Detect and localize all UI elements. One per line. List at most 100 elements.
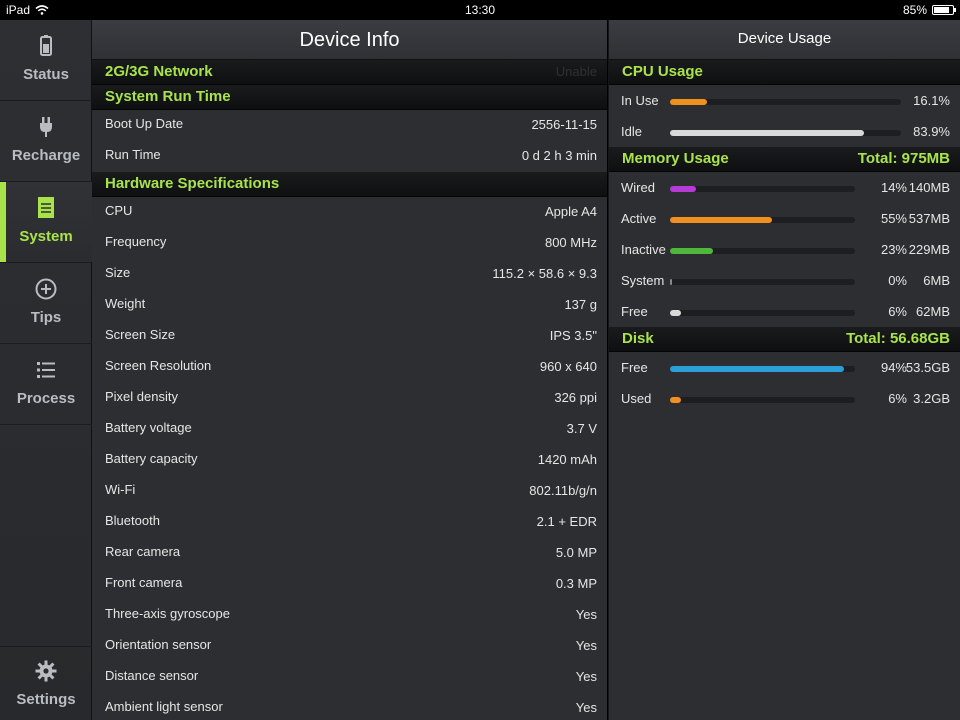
info-key: Frequency	[105, 234, 167, 249]
usage-label: System	[621, 273, 665, 288]
usage-bar	[670, 310, 855, 316]
usage-label: Free	[621, 360, 648, 375]
sidebar-item-recharge[interactable]: Recharge	[0, 101, 92, 182]
usage-bar-fill	[670, 366, 844, 372]
battery-percent: 85%	[902, 3, 927, 17]
sidebar-item-system[interactable]: System	[0, 182, 92, 263]
info-key: Front camera	[105, 575, 183, 590]
sidebar: Status Recharge System Tips Process Sett…	[0, 20, 92, 720]
section-label: Disk	[622, 330, 654, 347]
info-row: Distance sensor Yes	[92, 662, 607, 693]
usage-bar	[670, 217, 855, 223]
usage-row: Inactive 23% 229MB	[609, 234, 960, 265]
info-row: Frequency 800 MHz	[92, 228, 607, 259]
info-value: 2.1 + EDR	[536, 514, 597, 529]
info-key: Battery voltage	[105, 420, 192, 435]
usage-bar-fill	[670, 248, 713, 254]
usage-percent: 6%	[888, 304, 907, 319]
sidebar-item-label: Recharge	[11, 147, 81, 164]
usage-percent: 94%	[880, 360, 907, 375]
usage-bar	[670, 130, 901, 136]
disk-total: Total: 56.68GB	[846, 330, 950, 347]
usage-bar	[670, 366, 855, 372]
info-value: 800 MHz	[544, 235, 597, 250]
info-value: 3.7 V	[566, 421, 597, 436]
usage-row: Free 94% 53.5GB	[609, 352, 960, 383]
section-label: Hardware Specifications	[105, 175, 280, 192]
section-network: 2G/3G Network Unable	[92, 60, 607, 85]
info-value: Yes	[575, 607, 597, 622]
info-key: Boot Up Date	[105, 116, 184, 131]
section-label: CPU Usage	[622, 63, 703, 80]
battery-icon	[40, 35, 52, 56]
info-row: Orientation sensor Yes	[92, 631, 607, 662]
info-key: Battery capacity	[105, 451, 198, 466]
status-time: 13:30	[464, 3, 496, 17]
info-key: Three-axis gyroscope	[105, 606, 230, 621]
sidebar-item-label: Settings	[16, 691, 76, 708]
status-bar: iPad 13:30 85%	[0, 0, 960, 20]
info-row: Screen Size IPS 3.5"	[92, 321, 607, 352]
usage-row: Wired 14% 140MB	[609, 172, 960, 203]
usage-bar	[670, 99, 901, 105]
network-status: Unable	[555, 64, 597, 79]
plug-icon	[40, 117, 52, 137]
sidebar-item-settings[interactable]: Settings	[0, 646, 92, 720]
run-time-list: Boot Up Date 2556-11-15 Run Time 0 d 2 h 3 …	[92, 110, 607, 172]
usage-size: 229MB	[908, 242, 950, 257]
sidebar-item-label: System	[19, 228, 73, 245]
info-row: Front camera 0.3 MP	[92, 569, 607, 600]
usage-bar	[670, 279, 855, 285]
usage-size: 62MB	[916, 304, 950, 319]
info-value: 0 d 2 h 3 min	[521, 148, 597, 163]
info-key: Orientation sensor	[105, 637, 212, 652]
info-key: Distance sensor	[105, 668, 199, 683]
info-row: CPU Apple A4	[92, 197, 607, 228]
info-value: 0.3 MP	[555, 576, 597, 591]
info-value: 137 g	[564, 297, 597, 312]
info-row: Run Time 0 d 2 h 3 min	[92, 141, 607, 172]
usage-size: 53.5GB	[905, 360, 950, 375]
device-usage-panel: Device Usage CPU Usage In Use 16.1% Idle 83…	[608, 20, 960, 720]
usage-label: Used	[621, 391, 652, 406]
usage-size: 537MB	[908, 211, 950, 226]
disk-list: Free 94% 53.5GB Used 6% 3.2GB	[609, 352, 960, 414]
device-info-panel: Device Info 2G/3G Network Unable System …	[92, 20, 607, 720]
usage-percent: 23%	[880, 242, 907, 257]
info-row: Rear camera 5.0 MP	[92, 538, 607, 569]
info-key: Screen Size	[105, 327, 176, 342]
section-label: 2G/3G Network	[105, 63, 213, 80]
usage-bar-fill	[670, 397, 682, 403]
usage-bar-fill	[670, 186, 696, 192]
info-row: Screen Resolution 960 x 640	[92, 352, 607, 383]
memory-list: Wired 14% 140MB Active 55% 537MB Inactive 23% 22…	[609, 172, 960, 327]
info-row: Boot Up Date 2556-11-15	[92, 110, 607, 141]
section-memory: Memory Usage Total: 975MB	[609, 147, 960, 172]
info-key: Screen Resolution	[105, 358, 212, 373]
list-icon	[37, 362, 55, 378]
usage-percent: 0%	[888, 273, 907, 288]
usage-percent: 16.1%	[913, 93, 950, 108]
info-row: Ambient light sensor Yes	[92, 693, 607, 720]
sidebar-item-status[interactable]: Status	[0, 20, 92, 101]
sidebar-item-tips[interactable]: Tips	[0, 263, 92, 344]
status-right: 85%	[902, 3, 956, 17]
info-value: Yes	[575, 700, 597, 715]
info-row: Weight 137 g	[92, 290, 607, 321]
sidebar-item-process[interactable]: Process	[0, 344, 92, 425]
plus-circle-icon	[35, 278, 57, 300]
info-key: Wi-Fi	[105, 482, 136, 497]
info-value: 5.0 MP	[555, 545, 597, 560]
info-key: Pixel density	[105, 389, 178, 404]
usage-size: 3.2GB	[913, 391, 950, 406]
info-value: 115.2 × 58.6 × 9.3	[492, 266, 597, 281]
usage-label: Idle	[621, 124, 642, 139]
sidebar-item-label: Status	[23, 66, 69, 83]
info-value: 2556-11-15	[531, 117, 597, 132]
usage-label: Active	[621, 211, 657, 226]
usage-percent: 83.9%	[913, 124, 950, 139]
info-row: Wi-Fi 802.11b/g/n	[92, 476, 607, 507]
info-key: Weight	[105, 296, 146, 311]
usage-size: 6MB	[923, 273, 950, 288]
battery-fill	[934, 7, 950, 13]
